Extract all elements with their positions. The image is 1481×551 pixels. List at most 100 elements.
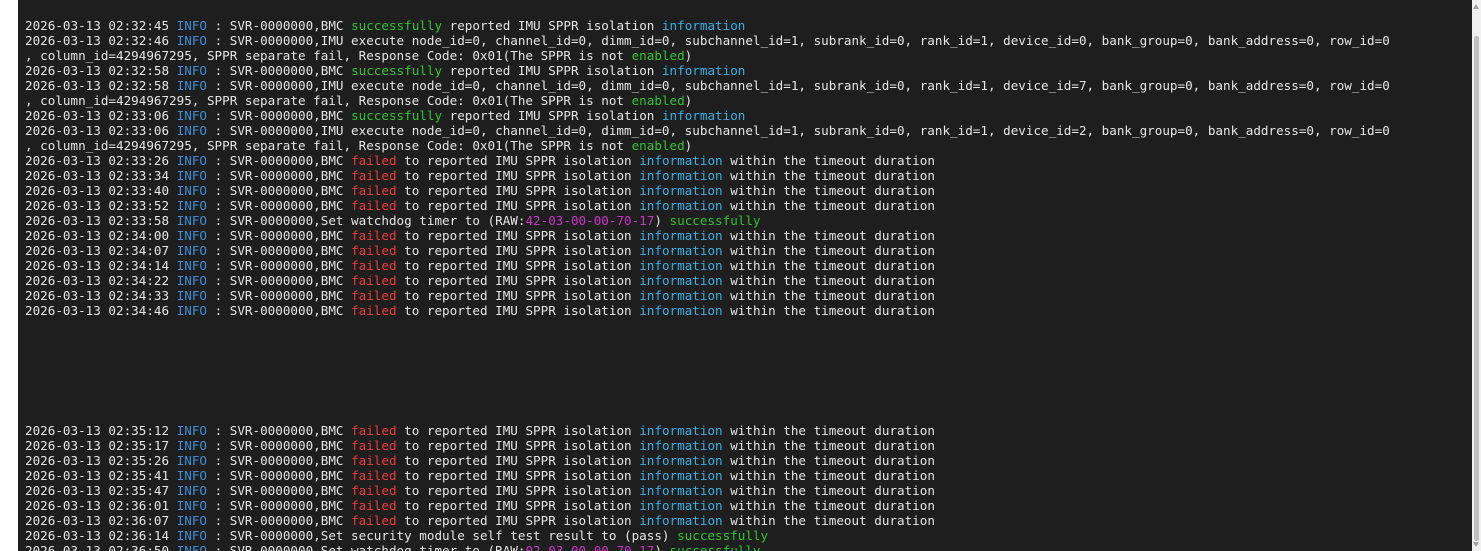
log-segment: 2026-03-13 02:34:33: [25, 288, 177, 303]
log-segment: 2026-03-13 02:32:58: [25, 63, 177, 78]
log-segment: INFO: [177, 438, 207, 453]
log-segment: INFO: [177, 498, 207, 513]
log-line: [25, 348, 1390, 363]
log-line: 2026-03-13 02:34:00 INFO : SVR-0000000,B…: [25, 228, 1390, 243]
log-segment: to reported IMU SPPR isolation: [397, 498, 640, 513]
log-line: 2026-03-13 02:32:45 INFO : SVR-0000000,B…: [25, 18, 1390, 33]
log-segment: : SVR-0000000,BMC: [207, 438, 351, 453]
log-line: 2026-03-13 02:34:07 INFO : SVR-0000000,B…: [25, 243, 1390, 258]
log-segment: ): [685, 48, 693, 63]
log-segment: : SVR-0000000,BMC: [207, 153, 351, 168]
log-segment: 2026-03-13 02:32:58: [25, 78, 177, 93]
log-line: 2026-03-13 02:33:06 INFO : SVR-0000000,B…: [25, 108, 1390, 123]
log-line: 2026-03-13 02:34:46 INFO : SVR-0000000,B…: [25, 303, 1390, 318]
log-segment: ): [685, 138, 693, 153]
log-segment: within the timeout duration: [723, 243, 935, 258]
log-line: 2026-03-13 02:33:40 INFO : SVR-0000000,B…: [25, 183, 1390, 198]
vertical-scrollbar[interactable]: [1472, 0, 1481, 551]
log-segment: within the timeout duration: [723, 498, 935, 513]
log-segment: : SVR-0000000,BMC: [207, 198, 351, 213]
log-segment: successfully: [351, 18, 442, 33]
log-segment: 2026-03-13 02:35:41: [25, 468, 177, 483]
log-segment: : SVR-0000000,BMC: [207, 513, 351, 528]
scroll-down-arrow-icon[interactable]: [1473, 542, 1479, 547]
log-segment: to reported IMU SPPR isolation: [397, 468, 640, 483]
log-segment: 2026-03-13 02:33:06: [25, 108, 177, 123]
log-segment: information: [639, 438, 722, 453]
log-segment: information: [639, 513, 722, 528]
log-line: 2026-03-13 02:36:07 INFO : SVR-0000000,B…: [25, 513, 1390, 528]
log-segment: within the timeout duration: [723, 273, 935, 288]
scroll-thumb[interactable]: [1474, 36, 1479, 541]
log-segment: 2026-03-13 02:34:14: [25, 258, 177, 273]
log-segment: : SVR-0000000,BMC: [207, 183, 351, 198]
log-segment: 2026-03-13 02:36:07: [25, 513, 177, 528]
log-segment: within the timeout duration: [723, 183, 935, 198]
terminal-output[interactable]: 2026-03-13 02:32:45 INFO : SVR-0000000,B…: [18, 0, 1472, 551]
log-segment: : SVR-0000000,BMC: [207, 453, 351, 468]
log-segment: 2026-03-13 02:33:40: [25, 183, 177, 198]
log-segment: failed: [351, 498, 397, 513]
log-segment: to reported IMU SPPR isolation: [397, 453, 640, 468]
log-segment: : SVR-0000000,IMU execute node_id=0, cha…: [207, 78, 1390, 93]
log-segment: INFO: [177, 303, 207, 318]
log-segment: , column_id=4294967295, SPPR separate fa…: [25, 138, 632, 153]
log-line: 2026-03-13 02:35:41 INFO : SVR-0000000,B…: [25, 468, 1390, 483]
log-segment: : SVR-0000000,IMU execute node_id=0, cha…: [207, 123, 1390, 138]
log-segment: 2026-03-13 02:36:14: [25, 528, 177, 543]
log-line: [25, 393, 1390, 408]
log-line: 2026-03-13 02:35:12 INFO : SVR-0000000,B…: [25, 423, 1390, 438]
log-line: [25, 333, 1390, 348]
scroll-up-arrow-icon[interactable]: [1473, 4, 1479, 9]
log-segment: information: [639, 168, 722, 183]
log-segment: failed: [351, 468, 397, 483]
log-segment: reported IMU SPPR isolation: [442, 18, 662, 33]
log-segment: INFO: [177, 153, 207, 168]
log-segment: 2026-03-13 02:33:58: [25, 213, 177, 228]
log-segment: information: [639, 498, 722, 513]
log-segment: information: [662, 18, 745, 33]
log-segment: information: [639, 483, 722, 498]
log-segment: to reported IMU SPPR isolation: [397, 243, 640, 258]
log-segment: INFO: [177, 483, 207, 498]
log-segment: information: [639, 468, 722, 483]
log-segment: ): [685, 93, 693, 108]
log-segment: to reported IMU SPPR isolation: [397, 303, 640, 318]
log-segment: 2026-03-13 02:35:17: [25, 438, 177, 453]
log-line: 2026-03-13 02:32:58 INFO : SVR-0000000,I…: [25, 78, 1390, 93]
log-segment: within the timeout duration: [723, 483, 935, 498]
log-segment: : SVR-0000000,BMC: [207, 288, 351, 303]
log-segment: information: [639, 198, 722, 213]
log-segment: 2026-03-13 02:36:01: [25, 498, 177, 513]
log-segment: 2026-03-13 02:33:06: [25, 123, 177, 138]
log-segment: : SVR-0000000,IMU execute node_id=0, cha…: [207, 33, 1390, 48]
log-segment: : SVR-0000000,Set watchdog timer to (RAW…: [207, 213, 525, 228]
log-segment: information: [639, 273, 722, 288]
log-segment: 02-03-00-00-70-17: [525, 543, 654, 551]
log-line: 2026-03-13 02:35:17 INFO : SVR-0000000,B…: [25, 438, 1390, 453]
log-segment: INFO: [177, 543, 207, 551]
log-segment: : SVR-0000000,BMC: [207, 468, 351, 483]
log-segment: to reported IMU SPPR isolation: [397, 483, 640, 498]
log-line: 2026-03-13 02:32:46 INFO : SVR-0000000,I…: [25, 33, 1390, 48]
log-segment: INFO: [177, 213, 207, 228]
log-segment: : SVR-0000000,BMC: [207, 498, 351, 513]
log-segment: within the timeout duration: [723, 423, 935, 438]
log-line: , column_id=4294967295, SPPR separate fa…: [25, 138, 1390, 153]
log-segment: successfully: [351, 63, 442, 78]
log-segment: to reported IMU SPPR isolation: [397, 183, 640, 198]
log-line: 2026-03-13 02:34:33 INFO : SVR-0000000,B…: [25, 288, 1390, 303]
log-segment: INFO: [177, 258, 207, 273]
log-segment: INFO: [177, 168, 207, 183]
log-segment: 2026-03-13 02:35:12: [25, 423, 177, 438]
log-line: , column_id=4294967295, SPPR separate fa…: [25, 93, 1390, 108]
log-segment: to reported IMU SPPR isolation: [397, 273, 640, 288]
log-segment: : SVR-0000000,BMC: [207, 168, 351, 183]
log-line: [25, 378, 1390, 393]
log-line: , column_id=4294967295, SPPR separate fa…: [25, 48, 1390, 63]
log-segment: within the timeout duration: [723, 438, 935, 453]
log-segment: 42-03-00-00-70-17: [525, 213, 654, 228]
log-segment: information: [639, 303, 722, 318]
log-line: 2026-03-13 02:33:26 INFO : SVR-0000000,B…: [25, 153, 1390, 168]
log-line: 2026-03-13 02:36:14 INFO : SVR-0000000,S…: [25, 528, 1390, 543]
